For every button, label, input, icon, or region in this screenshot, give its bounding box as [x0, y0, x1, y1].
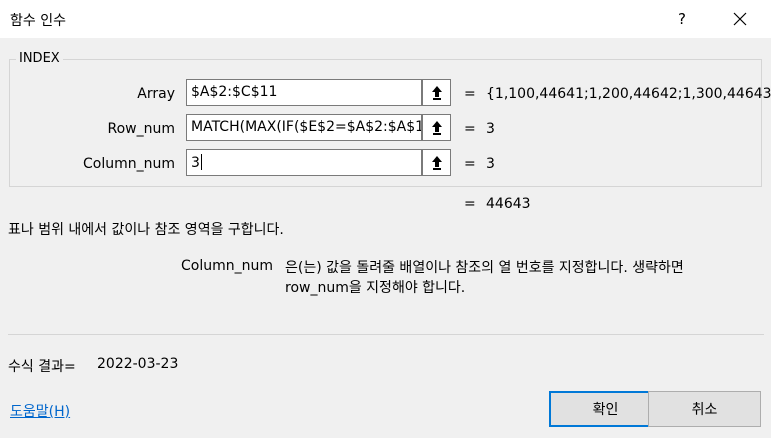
help-button[interactable]: ?: [662, 2, 702, 36]
array-input[interactable]: $A$2:$C$11: [186, 79, 422, 106]
title-bar: 함수 인수 ?: [0, 0, 771, 38]
formula-result-value: 2022-03-23: [97, 356, 179, 372]
function-result-equals: =: [464, 196, 476, 212]
column-num-input[interactable]: 3: [186, 149, 422, 176]
column-num-result: 3: [486, 156, 495, 172]
arg-label-row-num: Row_num: [107, 121, 176, 137]
row-num-result: 3: [486, 121, 495, 137]
arg-description-line1: 은(는) 값을 돌려줄 배열이나 참조의 열 번호를 지정합니다. 생략하면: [285, 260, 684, 276]
close-button[interactable]: [720, 2, 760, 36]
arg-description-name: Column_num: [181, 258, 273, 274]
text-caret: [200, 154, 202, 170]
function-description: 표나 범위 내에서 값이나 참조 영역을 구합니다.: [8, 222, 284, 238]
arg-description-line2: row_num을 지정해야 합니다.: [285, 280, 466, 296]
row-num-input[interactable]: MATCH(MAX(IF($E$2=$A$2:$A$1: [186, 114, 422, 141]
collapse-dialog-icon: [431, 120, 442, 135]
arg-description-text: 은(는) 값을 돌려줄 배열이나 참조의 열 번호를 지정합니다. 생략하면 r…: [285, 258, 755, 298]
column-num-value: 3: [191, 155, 200, 171]
formula-result-label: 수식 결과=: [8, 359, 76, 375]
cancel-button[interactable]: 취소: [648, 391, 761, 427]
column-num-collapse-button[interactable]: [422, 149, 451, 176]
array-collapse-button[interactable]: [422, 79, 451, 106]
array-result: {1,100,44641;1,200,44642;1,300,44643;...: [486, 86, 771, 102]
ok-button[interactable]: 확인: [549, 391, 662, 427]
column-num-equals: =: [464, 156, 476, 172]
dialog-title: 함수 인수: [10, 13, 66, 29]
arg-label-array: Array: [137, 86, 175, 102]
close-icon: [733, 12, 747, 26]
help-link[interactable]: 도움말(H): [10, 401, 70, 421]
array-equals: =: [464, 86, 476, 102]
arg-label-column-num: Column_num: [83, 156, 175, 172]
row-num-collapse-button[interactable]: [422, 114, 451, 141]
function-name: INDEX: [16, 51, 63, 66]
function-result: 44643: [486, 196, 531, 212]
collapse-dialog-icon: [431, 155, 442, 170]
collapse-dialog-icon: [431, 85, 442, 100]
divider: [8, 334, 764, 335]
row-num-equals: =: [464, 121, 476, 137]
